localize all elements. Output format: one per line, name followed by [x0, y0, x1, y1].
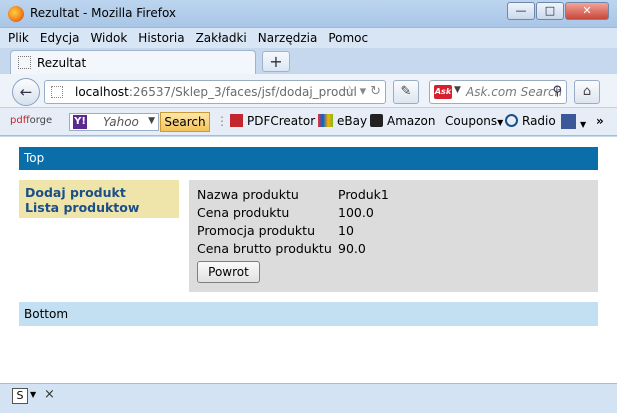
back-button[interactable]: ← — [12, 78, 40, 106]
search-input[interactable]: Ask.com Search — [466, 85, 562, 99]
yahoo-search-field[interactable]: Y! Yahoo ▼ — [69, 113, 159, 131]
field-value: 10 — [338, 223, 354, 238]
status-bar: S ▼ × — [0, 383, 617, 413]
pdfcreator-label: PDFCreator — [247, 114, 316, 128]
field-label: Nazwa produktu — [197, 187, 299, 202]
field-row: Cena brutto produktu 90.0 — [197, 240, 598, 258]
field-value: Produk1 — [338, 187, 389, 202]
menu-narzedzia[interactable]: Narzędzia — [258, 28, 318, 48]
amazon-label: Amazon — [387, 114, 436, 128]
chevron-down-icon[interactable]: ▼ — [30, 390, 36, 399]
facebook-button[interactable]: ▼ — [561, 114, 586, 130]
maximize-button[interactable]: □ — [536, 2, 564, 20]
toolbar-item-amazon[interactable]: Amazon — [370, 114, 436, 128]
navigation-bar: ← localhost:26537/Sklep_3/faces/jsf/doda… — [0, 74, 617, 108]
url-host: localhost — [75, 85, 129, 99]
pdfforge-logo[interactable]: pdfforge — [10, 115, 52, 126]
close-icon[interactable]: × — [44, 387, 55, 402]
chevron-down-icon: ▼ — [497, 118, 504, 127]
page-content: Top Dodaj produkt Lista produktow Nazwa … — [0, 137, 617, 383]
field-row: Nazwa produktu Produk1 — [197, 186, 598, 204]
home-icon: ⌂ — [582, 84, 592, 99]
powrot-button[interactable]: Powrot — [197, 261, 260, 283]
chevron-down-icon: ▼ — [580, 120, 587, 129]
pdf-icon — [230, 114, 243, 127]
close-button[interactable]: ✕ — [565, 2, 609, 20]
addon-s-icon[interactable]: S — [12, 388, 28, 404]
dropdown-arrow-icon[interactable]: ▾ — [360, 84, 367, 99]
menu-widok[interactable]: Widok — [90, 28, 127, 48]
tab-rezultat[interactable]: Rezultat — [10, 50, 256, 74]
url-bar[interactable]: localhost:26537/Sklep_3/faces/jsf/dodaj_… — [44, 80, 386, 104]
radio-label: Radio — [522, 114, 556, 128]
page-header-top: Top — [19, 147, 598, 170]
title-bar: Rezultat - Mozilla Firefox — □ ✕ — [0, 0, 617, 28]
tab-label: Rezultat — [37, 56, 87, 70]
field-label: Cena produktu — [197, 205, 290, 220]
chevron-down-icon[interactable]: ▼ — [148, 116, 155, 126]
menu-historia[interactable]: Historia — [138, 28, 184, 48]
facebook-icon — [561, 114, 576, 129]
new-tab-button[interactable]: + — [262, 51, 290, 72]
bookmark-star-icon[interactable]: ☆ — [344, 84, 356, 99]
left-menu: Dodaj produkt Lista produktow — [19, 180, 179, 218]
site-identity-icon — [51, 86, 63, 98]
yahoo-search-input[interactable]: Yahoo — [103, 115, 139, 129]
field-value: 90.0 — [338, 241, 366, 256]
window-controls: — □ ✕ — [507, 2, 609, 20]
page-icon — [18, 56, 31, 69]
product-details-panel: Nazwa produktu Produk1 Cena produktu 100… — [189, 180, 598, 292]
menu-plik[interactable]: Plik — [8, 28, 29, 48]
search-engine-dropdown-icon[interactable]: ▼ — [454, 85, 461, 95]
pdfforge-logo-text-pdf: pdf — [10, 115, 30, 126]
toolbar-item-coupons[interactable]: Coupons▼ — [445, 114, 503, 128]
ask-logo-icon: Ask — [434, 85, 452, 99]
url-path: :26537/Sklep_3/faces/jsf/dodaj_produl — [128, 85, 357, 99]
firefox-logo-icon — [8, 6, 24, 22]
link-lista-produktow[interactable]: Lista produktow — [25, 200, 179, 215]
menu-zakladki[interactable]: Zakładki — [196, 28, 247, 48]
url-text[interactable]: localhost:26537/Sklep_3/faces/jsf/dodaj_… — [75, 85, 357, 99]
page-footer-bottom: Bottom — [19, 302, 598, 326]
bookmarks-toolbar: pdfforge Y! Yahoo ▼ Search ⋮ PDFCreator … — [0, 108, 617, 136]
radio-icon — [505, 114, 518, 127]
search-box[interactable]: Ask ▼ Ask.com Search ⚲ — [429, 80, 567, 104]
window-title: Rezultat - Mozilla Firefox — [30, 6, 177, 20]
coupons-label: Coupons — [445, 114, 498, 128]
toolbar-item-ebay[interactable]: eBay — [318, 114, 367, 128]
field-label: Promocja produktu — [197, 223, 315, 238]
menu-edycja[interactable]: Edycja — [40, 28, 80, 48]
home-button[interactable]: ⌂ — [574, 80, 600, 104]
field-row: Cena produktu 100.0 — [197, 204, 598, 222]
menu-pomoc[interactable]: Pomoc — [328, 28, 368, 48]
reload-icon[interactable]: ↻ — [370, 84, 381, 99]
search-icon[interactable]: ⚲ — [552, 84, 562, 99]
addon-button[interactable]: ✎ — [393, 80, 419, 104]
url-actions: ☆ ▾ ↻ — [344, 84, 381, 99]
toolbar-separator-icon: ⋮ — [216, 114, 228, 128]
addon-icon: ✎ — [400, 84, 412, 99]
toolbar-item-pdfcreator[interactable]: PDFCreator — [230, 114, 315, 128]
field-value: 100.0 — [338, 205, 374, 220]
field-label: Cena brutto produktu — [197, 241, 332, 256]
ebay-label: eBay — [337, 114, 368, 128]
toolbar-overflow-icon[interactable]: » — [596, 114, 604, 128]
toolbar-item-radio[interactable]: Radio — [505, 114, 556, 128]
minimize-button[interactable]: — — [507, 2, 535, 20]
menu-bar: Plik Edycja Widok Historia Zakładki Narz… — [0, 28, 617, 48]
yahoo-search-button[interactable]: Search — [160, 112, 210, 132]
pdfforge-logo-text-forge: forge — [29, 115, 53, 126]
back-arrow-icon: ← — [19, 83, 33, 101]
ebay-icon — [318, 114, 333, 127]
amazon-icon — [370, 114, 383, 127]
field-row: Promocja produktu 10 — [197, 222, 598, 240]
yahoo-logo-icon: Y! — [73, 115, 87, 129]
link-dodaj-produkt[interactable]: Dodaj produkt — [25, 185, 179, 200]
tab-strip: Rezultat + — [0, 48, 617, 74]
